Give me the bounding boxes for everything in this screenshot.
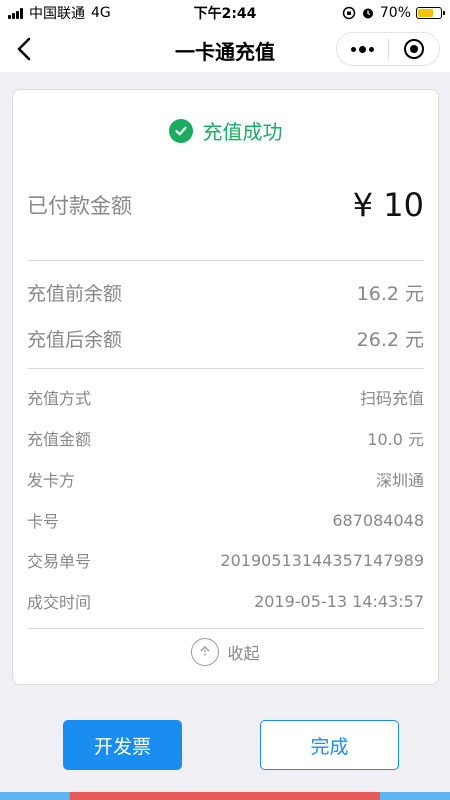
battery-icon [416,7,445,19]
signal-icon [8,7,23,19]
result-card: 充值成功 已付款金额 ¥ 10 充值前余额 16.2 元 充值后余额 26.2 … [12,89,439,685]
detail-value: 深圳通 [375,471,424,490]
collapse-button[interactable]: 收起 [13,638,438,666]
check-circle-icon [168,118,193,143]
detail-row: 交易单号 20190513144357147989 [27,547,424,573]
target-icon [403,39,424,59]
paid-amount-label: 已付款金额 [27,194,132,218]
detail-row: 发卡方 深圳通 [27,466,424,492]
balance-before-row: 充值前余额 16.2 元 [27,277,424,307]
detail-row: 充值方式 扫码充值 [27,384,424,410]
carrier-label: 中国联通 [29,6,85,22]
collapse-label: 收起 [227,644,260,663]
paid-amount-row: 已付款金额 ¥ 10 [27,182,424,228]
success-text: 充值成功 [202,120,283,144]
miniapp-capsule [336,32,440,66]
rotation-lock-icon [342,6,356,20]
detail-label: 充值金额 [27,430,92,449]
detail-row: 卡号 687084048 [27,507,424,533]
divider [27,628,424,629]
balance-before-value: 16.2 元 [356,282,424,305]
success-banner: 充值成功 [13,116,438,145]
alarm-icon [362,8,373,19]
battery-percent: 70% [379,5,411,21]
detail-value: 687084048 [332,510,424,530]
close-miniapp-button[interactable] [389,33,440,65]
detail-value: 10.0 元 [367,430,424,449]
balance-after-row: 充值后余额 26.2 元 [27,323,424,353]
detail-label: 充值方式 [27,389,92,408]
paid-amount-value: ¥ 10 [352,186,424,224]
bottom-banner-ad [70,792,380,800]
divider [27,368,424,369]
detail-value: 扫码充值 [359,389,424,408]
invoice-button[interactable]: 开发票 [63,720,182,770]
more-icon [350,45,374,53]
more-button[interactable] [337,33,388,65]
detail-label: 成交时间 [27,593,92,612]
status-bar: 中国联通 4G 下午2:44 70% [0,0,450,26]
detail-row: 成交时间 2019-05-13 14:43:57 [27,588,424,614]
balance-after-value: 26.2 元 [356,328,424,351]
divider [27,260,424,261]
detail-value: 2019-05-13 14:43:57 [254,591,424,611]
balance-before-label: 充值前余额 [27,282,123,305]
network-label: 4G [91,5,111,21]
nav-bar: 一卡通充值 [0,26,450,72]
detail-label: 卡号 [27,512,60,531]
detail-label: 发卡方 [27,471,76,490]
detail-row: 充值金额 10.0 元 [27,425,424,451]
detail-value: 20190513144357147989 [220,550,424,570]
balance-after-label: 充值后余额 [27,328,123,351]
detail-label: 交易单号 [27,552,92,571]
status-time: 下午2:44 [193,6,257,22]
done-button[interactable]: 完成 [260,720,399,770]
arrow-up-circle-icon [191,638,220,666]
